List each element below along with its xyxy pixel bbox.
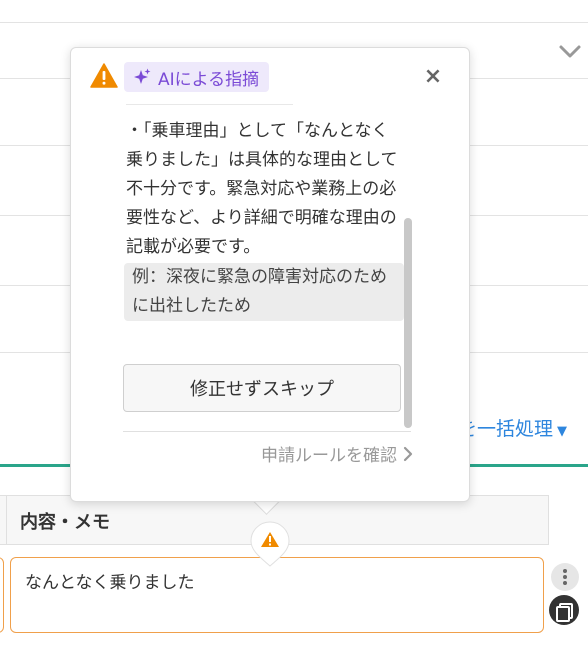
bulk-action-label: を一括処理: [458, 418, 554, 440]
previous-cell-field[interactable]: [0, 557, 4, 633]
ai-badge-label: AIによる指摘: [158, 69, 260, 90]
ai-feedback-badge: AIによる指摘: [124, 62, 270, 92]
header-divider: [126, 104, 293, 105]
bulk-action-link[interactable]: を一括処理 ▼: [458, 414, 567, 441]
chevron-right-icon: [403, 446, 413, 461]
close-icon: ×: [423, 64, 443, 89]
close-button[interactable]: ×: [420, 64, 446, 90]
footer-divider: [123, 431, 411, 432]
column-divider: [6, 496, 7, 544]
scrollbar-thumb[interactable]: [404, 218, 412, 428]
sparkle-icon: [134, 68, 151, 84]
memo-field[interactable]: なんとなく乗りました: [10, 557, 544, 633]
issue-description: ・「乗車理由」として「なんとなく乗りました」は具体的な理由として不十分です。緊急…: [126, 121, 398, 257]
warning-icon: [90, 63, 118, 89]
column-header-memo: 内容・メモ: [20, 512, 110, 533]
copy-button[interactable]: [549, 595, 579, 625]
chevron-down-icon[interactable]: [558, 40, 582, 64]
scrollbar[interactable]: [404, 218, 412, 428]
example-suggestion: 例：深夜に緊急の障害対応のために出社したため: [124, 263, 404, 321]
ai-feedback-popover: AIによる指摘 × ・「乗車理由」として「なんとなく乗りました」は具体的な理由と…: [70, 47, 470, 502]
check-rules-link[interactable]: 申請ルールを確認: [261, 441, 413, 466]
caret-down-icon: ▼: [557, 424, 568, 439]
more-vertical-icon: [563, 569, 567, 585]
more-options-button[interactable]: [551, 563, 579, 591]
warning-pin-marker[interactable]: [249, 520, 291, 567]
check-rules-label: 申請ルールを確認: [261, 446, 397, 466]
row-divider: [0, 22, 588, 23]
skip-without-fix-button[interactable]: 修正せずスキップ: [123, 364, 401, 412]
